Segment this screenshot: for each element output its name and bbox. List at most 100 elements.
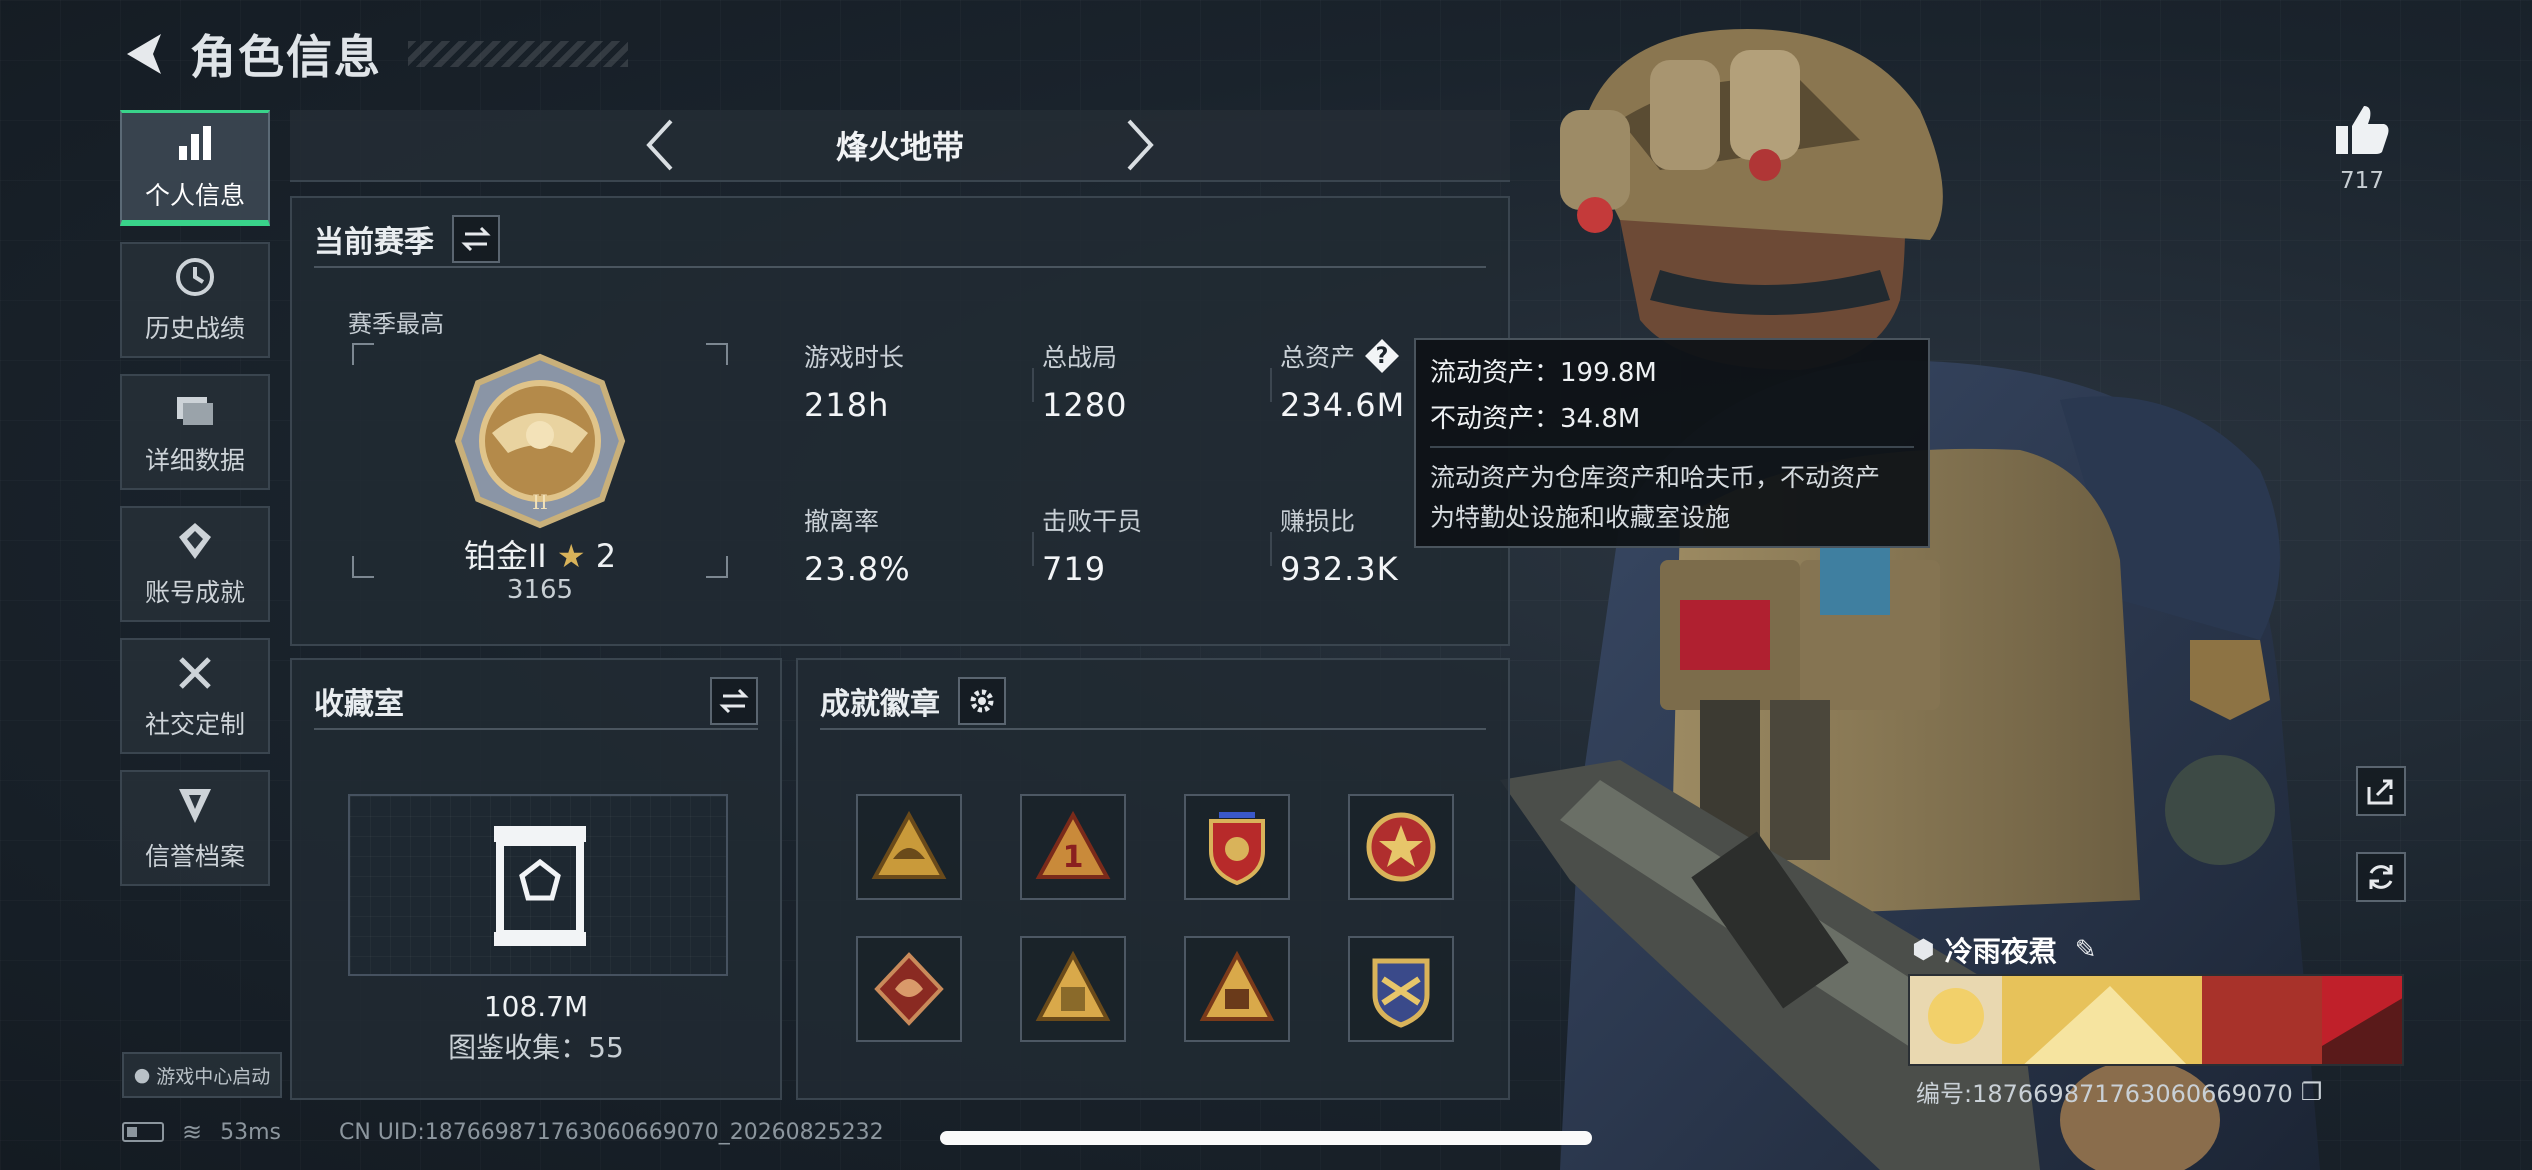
tooltip-divider [1430,446,1914,448]
round-star-badge-icon [1366,812,1436,882]
tooltip-liquid-assets: 流动资产：199.8M [1430,358,1657,388]
refresh-icon [2369,865,2393,889]
chevron-left-icon [646,119,673,171]
stat-label: 总资产 [1280,343,1356,372]
sidebar: 个人信息 历史战绩 详细数据 账号成就 社交定制 信誉档案 [120,110,270,902]
sidebar-item-label: 账号成就 [144,578,245,607]
tooltip-desc-line-1: 流动资产为仓库资产和哈夫币，不动资产 [1430,463,1881,492]
stat-value: 23.8% [804,550,911,588]
stat-extraction-rate: 撤离率 23.8% [804,502,1024,588]
home-indicator[interactable] [940,1131,1592,1145]
corner-mark [352,343,374,365]
swap-icon [719,688,749,714]
shield-star-badge-icon [1209,812,1265,886]
sidebar-item-label: 社交定制 [144,710,245,739]
player-id: 编号:18766987176306066907​0 [1916,1080,2293,1108]
sidebar-item-label: 个人信息 [144,180,245,210]
stat-kills: 击败干员 719 [1032,502,1262,588]
collection-showcase[interactable] [348,794,728,976]
stat-value: 932.3K [1280,550,1399,588]
tooltip-desc-line-2: 为特勤处设施和收藏室设施 [1430,503,1731,532]
corner-mark [706,343,728,365]
sidebar-item-detailed-data[interactable]: 详细数据 [120,374,270,490]
sidebar-item-personal-info[interactable]: 个人信息 [120,110,270,226]
rank-score: 3165 [506,575,574,605]
collection-title: 收藏室 [314,687,404,722]
badge-header: 成就徽章 [820,674,1486,730]
triangle-56-badge-icon [1199,950,1275,1021]
swap-icon [461,226,491,252]
collection-value: 108.7M [483,990,589,1023]
achievement-badge[interactable] [1184,936,1290,1042]
sidebar-item-social[interactable]: 社交定制 [120,638,270,754]
ping-value: 53ms [220,1119,281,1145]
rank-name-row: 铂金II ★ 2 [352,531,728,577]
page-header: 角色信息 [118,22,628,86]
season-best-label: 赛季最高 [348,310,444,338]
player-name-row: ⬢ 冷雨夜焄 ✎ [1912,930,2097,970]
collection-count: 图鉴收集：55 [448,1031,624,1064]
switch-season-button[interactable] [452,215,500,263]
assets-tooltip: 流动资产：199.8M 不动资产：34.8M 流动资产为仓库资产和哈夫币，不动资… [1414,338,1930,548]
help-icon[interactable]: ? [1365,339,1400,373]
shield-icon [179,789,211,823]
next-mode-button[interactable] [1120,117,1160,173]
edit-name-button[interactable]: ✎ [2075,935,2097,965]
gear-icon [970,689,994,713]
season-header: 当前赛季 [314,212,1486,268]
sidebar-item-label: 详细数据 [144,446,245,475]
sidebar-item-achievements[interactable]: 账号成就 [120,506,270,622]
triangle-helmet-badge-icon [871,810,947,879]
tools-icon [179,657,211,689]
collection-header: 收藏室 [314,674,758,730]
sidebar-item-label: 历史战绩 [144,314,245,343]
share-icon [2367,779,2393,805]
refresh-button[interactable] [2356,852,2406,902]
sidebar-item-credit[interactable]: 信誉档案 [120,770,270,886]
stat-label: 撤离率 [804,507,880,536]
switch-collection-button[interactable] [710,677,758,725]
rank-stars: 2 [595,537,617,575]
badge-title: 成就徽章 [820,687,940,722]
sidebar-item-label: 信誉档案 [144,842,245,871]
tooltip-fixed-assets: 不动资产：34.8M [1430,404,1641,434]
rank-name: 铂金II [463,537,547,575]
clock-icon [176,258,214,296]
player-banner[interactable] [1908,974,2404,1066]
achievement-icon [179,523,211,559]
prev-mode-button[interactable] [640,117,680,173]
like-button[interactable]: 717 [2334,104,2390,194]
rank-box: II 铂金II ★ 2 3165 [352,343,728,605]
share-button[interactable] [2356,766,2406,816]
rank-medal-icon: II [454,353,626,529]
achievement-badge[interactable] [856,794,962,900]
achievement-badge[interactable] [1020,936,1126,1042]
achievement-badge[interactable]: 1 [1020,794,1126,900]
bar-chart-icon [179,125,211,160]
back-button[interactable] [118,26,168,82]
player-shield-icon: ⬢ [1912,935,1935,965]
achievement-badge[interactable] [1348,794,1454,900]
mode-selector: 烽火地带 [290,110,1510,182]
copy-icon[interactable]: ❐ [2301,1078,2323,1106]
game-center-launch-chip[interactable]: ● 游戏中心启动 [122,1052,282,1098]
battery-icon [122,1122,164,1142]
season-title: 当前赛季 [314,225,434,260]
achievement-badge[interactable] [856,936,962,1042]
page-title: 角色信息 [190,30,382,84]
display-case-icon [494,826,586,946]
uid-text: CN UID:187669871763060669070_20260825232 [339,1119,884,1145]
player-name: 冷雨夜焄 [1944,935,2057,968]
achievement-badge[interactable] [1348,936,1454,1042]
achievement-badge[interactable] [1184,794,1290,900]
mode-name: 烽火地带 [835,128,964,166]
sidebar-item-history[interactable]: 历史战绩 [120,242,270,358]
badge-settings-button[interactable] [958,677,1006,725]
svg-text:II: II [532,490,548,514]
stat-label: 击败干员 [1042,507,1143,536]
svg-text:1: 1 [1063,840,1084,875]
user-icon: ● [133,1064,151,1086]
banner-artwork [1910,976,2402,1064]
thumbs-up-icon [2336,106,2389,154]
star-icon: ★ [556,537,586,575]
